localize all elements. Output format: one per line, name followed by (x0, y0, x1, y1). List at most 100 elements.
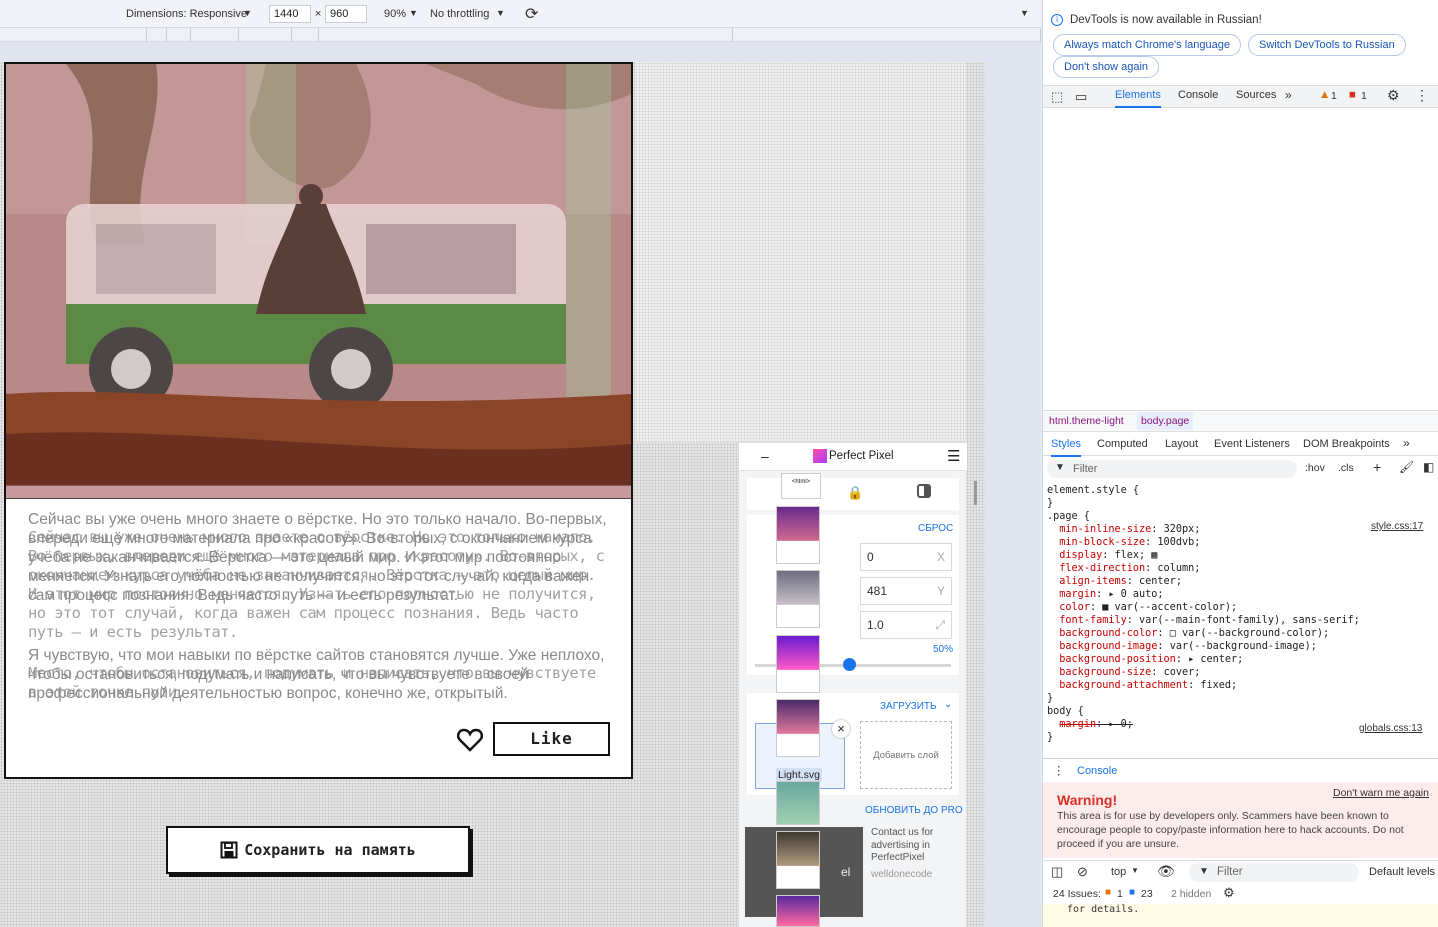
device-toggle-icon[interactable]: ▭ (1075, 89, 1087, 105)
reset-button[interactable]: СБРОС (918, 523, 953, 534)
chevron-down-icon[interactable]: ⌄ (944, 699, 952, 710)
thumb-code[interactable]: <html> (781, 473, 821, 499)
invert-icon[interactable] (917, 484, 931, 498)
notice-text: DevTools is now available in Russian! (1070, 14, 1262, 26)
issues-label[interactable]: 24 Issues: (1053, 888, 1101, 900)
devtools-panel: i DevTools is now available in Russian! … (1042, 0, 1438, 927)
device-toolbar: Dimensions: Responsive ▼ 1440 × 960 90% … (0, 0, 1041, 28)
switch-russian-button[interactable]: Switch DevTools to Russian (1248, 34, 1406, 56)
class-toggle[interactable]: .cls (1338, 462, 1354, 474)
drawer-tabbar: ⋮ Console (1043, 758, 1438, 784)
ad-image-text: el (841, 865, 851, 879)
thumb-6[interactable] (776, 831, 820, 889)
error-icon[interactable]: ■ (1349, 89, 1356, 101)
dont-warn-link[interactable]: Don't warn me again (1333, 787, 1429, 799)
warning-icon[interactable]: ▲ (1319, 89, 1330, 101)
issues-info-count: 23 (1141, 888, 1153, 900)
clear-console-icon[interactable]: ⊘ (1077, 864, 1088, 880)
thumb-2[interactable] (776, 570, 820, 628)
tab-layout[interactable]: Layout (1165, 438, 1198, 450)
x-input[interactable]: 0X (860, 543, 952, 571)
ad-brand[interactable]: welldonecode (871, 869, 932, 880)
ad-text[interactable]: Contact us for advertising in PerfectPix… (871, 827, 959, 865)
rotate-icon[interactable]: ⟳ (525, 4, 538, 24)
drawer-menu-icon[interactable]: ⋮ (1053, 763, 1065, 777)
menu-icon[interactable]: ☰ (947, 447, 960, 465)
thumb-7[interactable] (776, 895, 820, 927)
info-icon: i (1051, 14, 1063, 26)
image-divider (6, 485, 631, 499)
more-tabs-icon[interactable]: » (1285, 88, 1292, 102)
sidebar-toggle-icon[interactable]: ◧ (1423, 460, 1434, 474)
styles-filter-input[interactable]: ▼ Filter (1047, 460, 1297, 478)
pp-title: Perfect Pixel (829, 450, 894, 462)
hover-toggle[interactable]: :hov (1305, 462, 1325, 474)
close-icon[interactable]: × (832, 720, 850, 738)
height-input[interactable]: 960 (325, 5, 367, 23)
context-selector[interactable]: top (1111, 866, 1126, 878)
tab-styles[interactable]: Styles (1051, 438, 1081, 457)
intro-paragraph: Сейчас вы уже очень много знаете о вёрст… (28, 511, 607, 604)
thumb-4[interactable] (776, 699, 820, 757)
throttling-dropdown[interactable]: No throttling (430, 8, 489, 20)
add-rule-icon[interactable]: + (1373, 459, 1381, 475)
language-notice: i DevTools is now available in Russian! … (1043, 0, 1438, 86)
tab-elements[interactable]: Elements (1115, 89, 1161, 108)
eye-icon[interactable]: 👁 (1157, 863, 1175, 880)
opacity-slider-thumb[interactable] (843, 658, 856, 671)
styles-tabbar: Styles Computed Layout Event Listeners D… (1043, 432, 1438, 457)
cover-image (6, 64, 631, 485)
add-layer-button[interactable]: Добавить слой (860, 721, 952, 789)
kebab-menu-icon[interactable]: ⋮ (1415, 87, 1429, 104)
gear-icon[interactable]: ⚙ (1387, 87, 1400, 104)
pp-header: – Perfect Pixel ☰ (739, 443, 967, 471)
levels-dropdown[interactable]: Default levels (1369, 866, 1435, 878)
breadcrumb-body[interactable]: body.page (1137, 412, 1194, 430)
css-rules[interactable]: element.style { } .page { min-inline-siz… (1047, 484, 1360, 744)
scale-input[interactable]: 1.0 ⤢ (860, 611, 952, 639)
paint-icon[interactable]: 🖌 (1399, 460, 1414, 474)
minimize-icon[interactable]: – (761, 448, 769, 464)
dont-show-button[interactable]: Don't show again (1053, 56, 1160, 78)
inspect-icon[interactable]: ⬚ (1051, 89, 1063, 105)
breadcrumb-html[interactable]: html.theme-light (1049, 415, 1124, 427)
zoom-dropdown[interactable]: 90% (384, 8, 406, 20)
resize-handle[interactable] (974, 481, 977, 505)
hidden-count: 2 hidden (1171, 888, 1212, 900)
y-input[interactable]: 481 Y (860, 577, 952, 605)
gear-icon[interactable]: ⚙ (1223, 885, 1235, 901)
filter-placeholder: Filter (1073, 463, 1098, 475)
times-sign: × (315, 8, 322, 20)
upgrade-pro-link[interactable]: ОБНОВИТЬ ДО PRO (865, 805, 963, 816)
more-options-icon[interactable]: ▼ (1020, 8, 1029, 18)
more-tabs-icon[interactable]: » (1403, 436, 1410, 450)
upload-button[interactable]: ЗАГРУЗИТЬ (880, 701, 937, 712)
thumb-5[interactable] (776, 781, 820, 825)
feelings-paragraph: Я чувствую, что мои навыки по вёрстке са… (28, 647, 605, 702)
chevron-down-icon: ▼ (1131, 866, 1139, 875)
warning-text: This area is for use by developers only.… (1057, 810, 1404, 850)
always-match-button[interactable]: Always match Chrome's language (1053, 34, 1241, 56)
globals-source-link[interactable]: globals.css:13 (1359, 723, 1422, 734)
tab-console[interactable]: Console (1178, 89, 1218, 101)
filter-icon: ▼ (1055, 462, 1065, 473)
console-filter-placeholder: Filter (1217, 866, 1243, 878)
perfect-pixel-panel: – Perfect Pixel ☰ 🔒 СБРОС 0X 481 Y 1.0 ⤢ 5… (738, 443, 977, 927)
tab-sources[interactable]: Sources (1236, 89, 1276, 101)
console-filter-input[interactable]: ▼ Filter (1189, 863, 1359, 882)
thumb-1[interactable] (776, 506, 820, 564)
tab-computed[interactable]: Computed (1097, 438, 1148, 450)
heart-icon[interactable] (456, 728, 484, 752)
thumb-3[interactable] (776, 635, 820, 693)
sidebar-icon[interactable]: ◫ (1051, 864, 1063, 880)
lock-icon[interactable]: 🔒 (847, 485, 863, 501)
width-input[interactable]: 1440 (269, 5, 311, 23)
save-button[interactable]: Сохранить на память (166, 826, 470, 874)
dimensions-dropdown[interactable]: Dimensions: Responsive (126, 8, 247, 20)
chevron-down-icon: ▼ (409, 8, 418, 18)
tab-event-listeners[interactable]: Event Listeners (1214, 438, 1290, 450)
console-message-text: for details. (1067, 904, 1140, 915)
style-source-link[interactable]: style.css:17 (1371, 521, 1423, 532)
tab-dom-breakpoints[interactable]: DOM Breakpoints (1303, 438, 1390, 450)
like-button[interactable]: Like (493, 722, 610, 756)
